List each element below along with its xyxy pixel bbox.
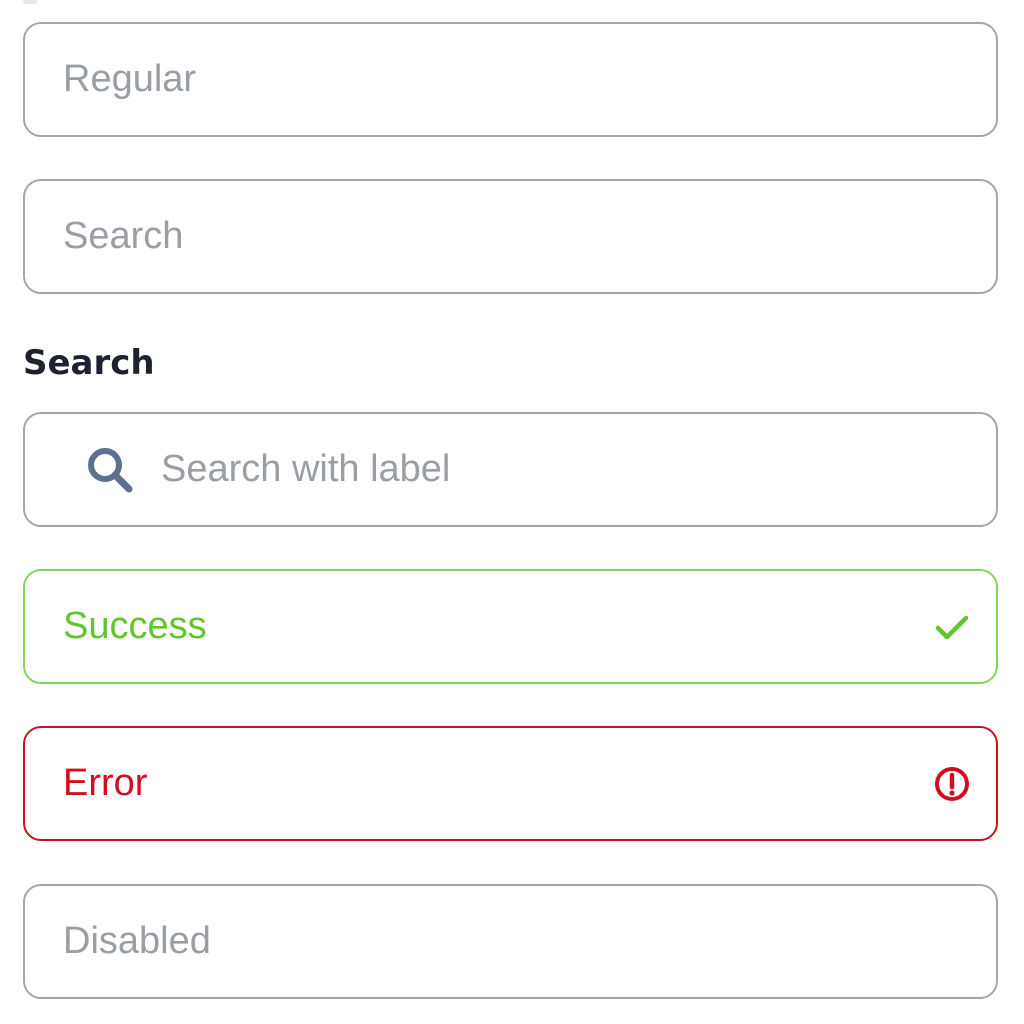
disabled-input-placeholder: Disabled	[63, 920, 211, 962]
error-input-value: Error	[63, 762, 148, 804]
search-with-label-input[interactable]: Search with label	[23, 412, 998, 527]
disabled-input: Disabled	[23, 884, 998, 999]
search-field-label: Search	[23, 343, 155, 383]
success-input-value: Success	[63, 605, 207, 647]
alert-circle-icon	[932, 764, 972, 804]
text-field-showcase: Regular Search Search Search with label …	[0, 0, 1024, 1024]
search-with-label-placeholder: Search with label	[161, 448, 451, 490]
regular-input-placeholder: Regular	[63, 58, 197, 100]
check-icon	[932, 607, 972, 647]
error-input[interactable]: Error	[23, 726, 998, 841]
cropped-element	[23, 0, 37, 4]
search-input[interactable]: Search	[23, 179, 998, 294]
success-input[interactable]: Success	[23, 569, 998, 684]
search-input-placeholder: Search	[63, 215, 184, 257]
search-icon	[83, 443, 137, 497]
regular-input[interactable]: Regular	[23, 22, 998, 137]
